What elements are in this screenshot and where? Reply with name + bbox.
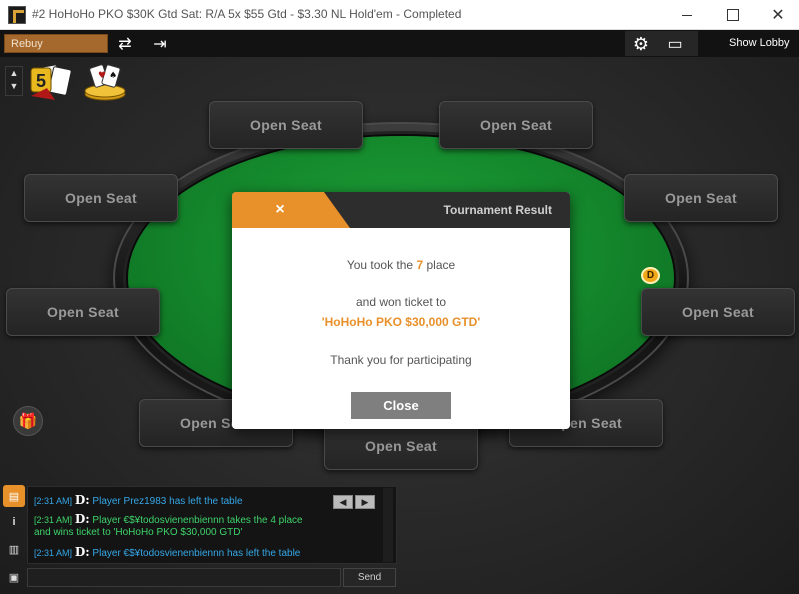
dealer-button: D	[641, 267, 660, 284]
exit-table-icon[interactable]: ⇥	[148, 33, 172, 55]
promo-cards-icon[interactable]: 5	[27, 64, 77, 104]
thanks-text: Thank you for participating	[330, 353, 472, 367]
dialog-close-icon[interactable]: ×	[271, 201, 289, 219]
chat-text: and wins ticket to 'HoHoHo PKO $30,000 G…	[34, 527, 243, 538]
table-toolbar: Rebuy ⇄ ⇥ ⚙ ▭ Show Lobby	[0, 30, 799, 57]
chat-timestamp: [2:31 AM]	[34, 496, 73, 506]
open-seat-5[interactable]: Open Seat	[6, 288, 160, 336]
notes-icon[interactable]: ▣	[3, 566, 25, 588]
chevron-up-icon[interactable]: ▲	[6, 67, 22, 80]
info-icon[interactable]: i	[3, 511, 25, 533]
chat-text: Player €$¥todosvienenbiennn has left the…	[89, 548, 301, 559]
poker-table-area: Rebuy ⇄ ⇥ ⚙ ▭ Show Lobby ▲ ▼ 5 ♥ ♠ Open …	[0, 30, 799, 594]
ticket-name: 'HoHoHo PKO $30,000 GTD'	[321, 315, 481, 329]
site-logo-icon: D:	[74, 545, 90, 559]
maximize-icon[interactable]	[710, 0, 756, 30]
chevron-left-icon[interactable]: ◀	[333, 495, 353, 509]
open-seat-1[interactable]: Open Seat	[209, 101, 363, 149]
open-seat-3[interactable]: Open Seat	[24, 174, 178, 222]
chat-timestamp: [2:31 AM]	[34, 548, 73, 558]
dialog-header: × Tournament Result	[232, 192, 570, 228]
send-button[interactable]: Send	[343, 568, 396, 587]
gear-icon[interactable]: ⚙	[629, 33, 653, 55]
close-window-icon[interactable]: ✕	[755, 0, 799, 30]
dialog-title: Tournament Result	[443, 203, 552, 217]
won-text: and won ticket to	[355, 295, 447, 309]
minimize-icon[interactable]	[664, 0, 710, 30]
place-text: You took the 7 place	[232, 258, 570, 272]
close-button[interactable]: Close	[351, 392, 451, 419]
refresh-icon[interactable]: ⇄	[113, 33, 137, 55]
app-logo-icon	[8, 6, 26, 24]
chat-text: Player €$¥todosvienenbiennn takes the 4 …	[89, 515, 303, 526]
chat-input[interactable]	[27, 568, 341, 587]
chat-timestamp: [2:31 AM]	[34, 515, 73, 525]
gift-icon[interactable]: 🎁	[13, 406, 43, 436]
dialog-header-accent	[232, 192, 350, 228]
open-seat-4[interactable]: Open Seat	[624, 174, 778, 222]
open-seat-6[interactable]: Open Seat	[641, 288, 795, 336]
scroll-updown-control[interactable]: ▲ ▼	[5, 66, 23, 96]
open-seat-2[interactable]: Open Seat	[439, 101, 593, 149]
place-prefix: You took the	[346, 258, 417, 272]
chat-icon[interactable]: ▤	[3, 485, 25, 507]
rebuy-button[interactable]: Rebuy	[4, 34, 108, 53]
show-lobby-button[interactable]: Show Lobby	[700, 34, 796, 53]
open-seat-9[interactable]: Open Seat	[324, 422, 478, 470]
chat-text: Player Prez1983 has left the table	[89, 496, 243, 507]
chat-message: [2:31 AM] D: Player €$¥todosvienenbiennn…	[34, 545, 300, 559]
promo-badge-text: 5	[36, 71, 46, 91]
window-title: #2 HoHoHo PKO $30K Gtd Sat: R/A 5x $55 G…	[32, 7, 462, 21]
window-titlebar: #2 HoHoHo PKO $30K Gtd Sat: R/A 5x $55 G…	[0, 0, 799, 30]
tournament-result-dialog: × Tournament Result You took the 7 place…	[232, 192, 570, 429]
chat-message: and wins ticket to 'HoHoHo PKO $30,000 G…	[34, 527, 242, 538]
stats-icon[interactable]: ▥	[3, 538, 25, 560]
chat-message: [2:31 AM] D: Player €$¥todosvienenbiennn…	[34, 512, 303, 526]
chat-nav: ◀ ▶	[333, 495, 375, 509]
site-logo-icon: D:	[74, 512, 90, 526]
place-suffix: place	[423, 258, 456, 272]
chat-scrollbar[interactable]	[383, 488, 393, 562]
chat-side-tabs: ▤ i ▥ ▣	[3, 485, 25, 590]
chevron-down-icon[interactable]: ▼	[6, 80, 22, 93]
svg-text:♥: ♥	[98, 71, 106, 81]
chat-message: [2:31 AM] D: Player Prez1983 has left th…	[34, 493, 243, 507]
svg-text:♠: ♠	[109, 71, 117, 81]
chevron-right-icon[interactable]: ▶	[355, 495, 375, 509]
promo-chips-icon[interactable]: ♥ ♠	[82, 64, 128, 102]
site-logo-icon: D:	[74, 493, 90, 507]
layout-icon[interactable]: ▭	[663, 33, 687, 55]
